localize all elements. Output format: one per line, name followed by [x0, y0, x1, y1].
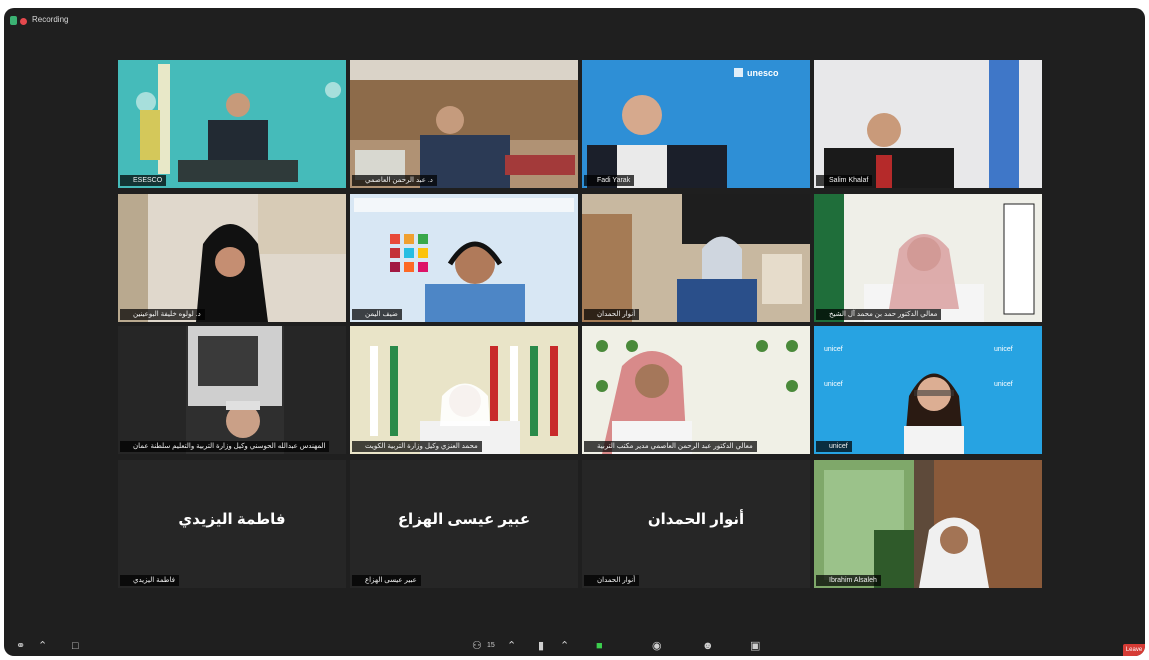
chat-icon[interactable]: ▮ — [538, 640, 544, 652]
chevron-up-icon[interactable]: ⌃ — [38, 640, 47, 652]
participant-name: unicef — [816, 441, 852, 452]
meeting-toolbar: ⚭ ⌃ □ ⚇ 15 ⌃ ▮ ⌃ ■ ◉ ☻ ▣ Leave — [4, 634, 1145, 656]
participant-video — [118, 194, 346, 322]
svg-text:unicef: unicef — [994, 346, 1013, 353]
video-tile-16[interactable]: Ibrahim Alsaleh — [814, 460, 1042, 588]
participant-name: فاطمة اليزيدي — [120, 575, 179, 586]
recording-dot-icon — [20, 18, 27, 25]
participant-name: Salim Khalaf — [816, 175, 873, 186]
video-off-icon[interactable]: □ — [72, 640, 79, 652]
participant-name: معالي الدكتور عبد الرحمن العاصمي مدير مك… — [584, 441, 757, 452]
apps-icon[interactable]: ▣ — [750, 640, 760, 652]
video-tile-10[interactable]: محمد العنزي وكيل وزارة التربية الكويت — [350, 326, 578, 454]
participant-video — [814, 194, 1042, 322]
video-tile-6[interactable]: ضيف اليمن — [350, 194, 578, 322]
top-bar: Recording — [4, 8, 1145, 32]
video-tile-5[interactable]: د. لولوه خليفة البوعينين — [118, 194, 346, 322]
chevron-up-icon[interactable]: ⌃ — [507, 640, 516, 652]
name-tile-14[interactable]: عبير عيسى الهزاع عبير عيسى الهزاع — [350, 460, 578, 588]
headphones-icon[interactable]: ⚭ — [16, 640, 25, 652]
participant-video — [350, 60, 578, 188]
chevron-up-icon[interactable]: ⌃ — [560, 640, 569, 652]
participant-name: د. لولوه خليفة البوعينين — [120, 309, 205, 320]
video-tile-2[interactable]: د. عبد الرحمن العاصمي — [350, 60, 578, 188]
participant-video — [814, 460, 1042, 588]
video-tile-11[interactable]: معالي الدكتور عبد الرحمن العاصمي مدير مك… — [582, 326, 810, 454]
video-tile-1[interactable]: ESESCO — [118, 60, 346, 188]
video-tile-12[interactable]: unicef unicef unicef unicef unicef — [814, 326, 1042, 454]
name-tile-15[interactable]: أنوار الحمدان أنوار الحمدان — [582, 460, 810, 588]
participant-display-name: أنوار الحمدان — [647, 511, 745, 528]
participant-display-name: فاطمة اليزيدي — [178, 511, 286, 528]
participant-video: unicef unicef unicef unicef — [814, 326, 1042, 454]
participant-video: unesco — [582, 60, 810, 188]
svg-text:unicef: unicef — [824, 346, 843, 353]
participant-name: المهندس عبدالله الحوسني وكيل وزارة الترب… — [120, 441, 330, 452]
participant-name: ESESCO — [120, 175, 167, 186]
participants-count: 15 — [487, 642, 495, 649]
participant-name: محمد العنزي وكيل وزارة التربية الكويت — [352, 441, 482, 452]
participant-name: أنوار الحمدان — [584, 575, 640, 586]
participant-name: Ibrahim Alsaleh — [816, 575, 881, 586]
leave-button[interactable]: Leave — [1123, 644, 1145, 656]
participant-video — [118, 326, 346, 454]
security-shield-icon[interactable] — [10, 16, 17, 25]
participant-name: أنوار الحمدان — [584, 309, 640, 320]
video-tile-4[interactable]: Salim Khalaf — [814, 60, 1042, 188]
svg-text:unesco: unesco — [747, 68, 779, 78]
participant-name: عبير عيسى الهزاع — [352, 575, 421, 586]
video-tile-3[interactable]: unesco Fadi Yarak — [582, 60, 810, 188]
participant-name: Fadi Yarak — [584, 175, 635, 186]
participant-name: معالي الدكتور حمد بن محمد آل الشيخ — [816, 309, 942, 320]
participants-icon[interactable]: ⚇ — [472, 640, 482, 652]
participant-video — [350, 326, 578, 454]
video-tile-9[interactable]: المهندس عبدالله الحوسني وكيل وزارة الترب… — [118, 326, 346, 454]
video-tile-7[interactable]: أنوار الحمدان — [582, 194, 810, 322]
zoom-meeting-window: Recording ESESCO د. عبد الرحمن العاصمي u… — [4, 8, 1145, 656]
participant-name: د. عبد الرحمن العاصمي — [352, 175, 437, 186]
participant-video — [118, 60, 346, 188]
participant-video — [582, 326, 810, 454]
recording-label: Recording — [32, 15, 69, 24]
participant-display-name: عبير عيسى الهزاع — [397, 511, 531, 528]
participant-video — [350, 194, 578, 322]
participant-name: ضيف اليمن — [352, 309, 402, 320]
record-icon[interactable]: ◉ — [652, 640, 662, 652]
participant-video — [814, 60, 1042, 188]
share-screen-icon[interactable]: ■ — [596, 640, 603, 652]
svg-text:unicef: unicef — [824, 381, 843, 388]
name-tile-13[interactable]: فاطمة اليزيدي فاطمة اليزيدي — [118, 460, 346, 588]
participant-video — [582, 194, 810, 322]
video-tile-8[interactable]: معالي الدكتور حمد بن محمد آل الشيخ — [814, 194, 1042, 322]
reactions-icon[interactable]: ☻ — [702, 640, 714, 652]
svg-text:unicef: unicef — [994, 381, 1013, 388]
